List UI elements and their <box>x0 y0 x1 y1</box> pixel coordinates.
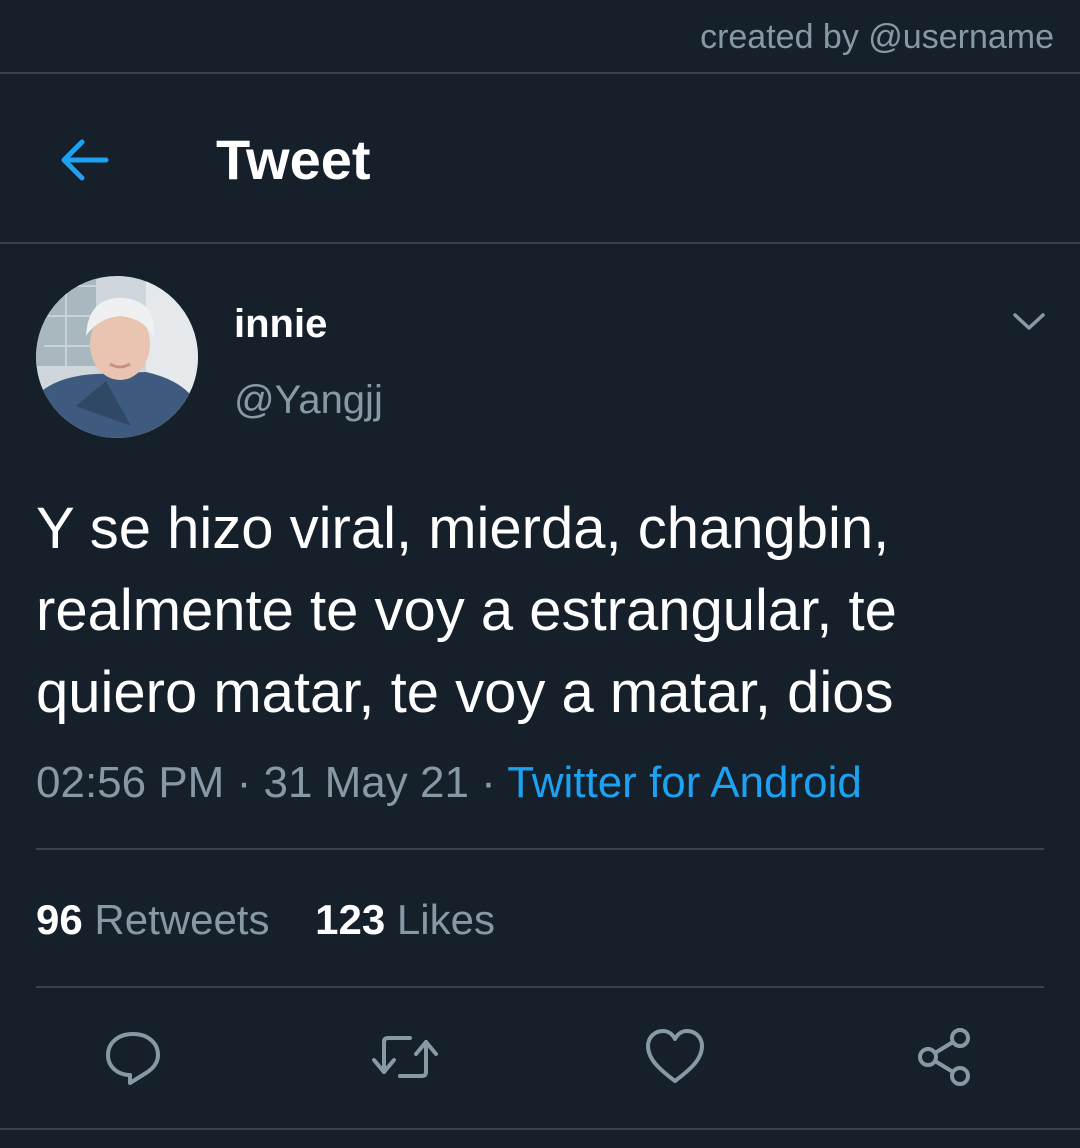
meta-separator: · <box>481 758 496 807</box>
tweet-stats: 96 Retweets 123 Likes <box>36 894 495 946</box>
retweets-stat[interactable]: 96 Retweets <box>36 894 269 946</box>
reply-button[interactable] <box>98 1022 168 1092</box>
like-button[interactable] <box>640 1022 710 1092</box>
retweets-count: 96 <box>36 896 83 943</box>
divider <box>0 1128 1080 1130</box>
author-display-name[interactable]: innie <box>234 300 327 348</box>
arrow-left-icon <box>61 139 109 181</box>
retweet-button[interactable] <box>370 1022 440 1092</box>
divider <box>36 986 1044 988</box>
chevron-down-icon <box>1013 313 1045 330</box>
watermark-text: created by @username <box>700 18 1054 56</box>
author-handle[interactable]: @Yangjj <box>234 376 383 424</box>
retweet-icon <box>372 1036 438 1078</box>
share-icon <box>918 1028 970 1086</box>
likes-label: Likes <box>396 896 495 943</box>
retweets-label: Retweets <box>94 896 270 943</box>
divider <box>36 848 1044 850</box>
share-button[interactable] <box>910 1022 980 1092</box>
page-title: Tweet <box>216 128 371 191</box>
profile-photo <box>36 276 198 438</box>
tweet-text: Y se hizo viral, mierda, changbin, realm… <box>36 496 897 725</box>
back-button[interactable] <box>48 130 120 190</box>
watermark-bar: created by @username <box>0 0 1080 74</box>
tweet-menu-button[interactable] <box>1004 300 1054 344</box>
tweet-source-link[interactable]: Twitter for Android <box>507 758 862 807</box>
reply-icon <box>106 1032 160 1085</box>
top-app-bar: Tweet <box>0 74 1080 244</box>
tweet-action-bar <box>0 1022 1080 1092</box>
like-heart-icon <box>646 1029 704 1083</box>
avatar[interactable] <box>36 276 198 438</box>
tweet-date: 31 May 21 <box>263 758 469 807</box>
tweet-time: 02:56 PM <box>36 758 225 807</box>
likes-stat[interactable]: 123 Likes <box>315 894 495 946</box>
meta-separator: · <box>236 758 252 807</box>
tweet-meta: 02:56 PM · 31 May 21 · Twitter for Andro… <box>36 756 862 810</box>
likes-count: 123 <box>315 896 386 943</box>
